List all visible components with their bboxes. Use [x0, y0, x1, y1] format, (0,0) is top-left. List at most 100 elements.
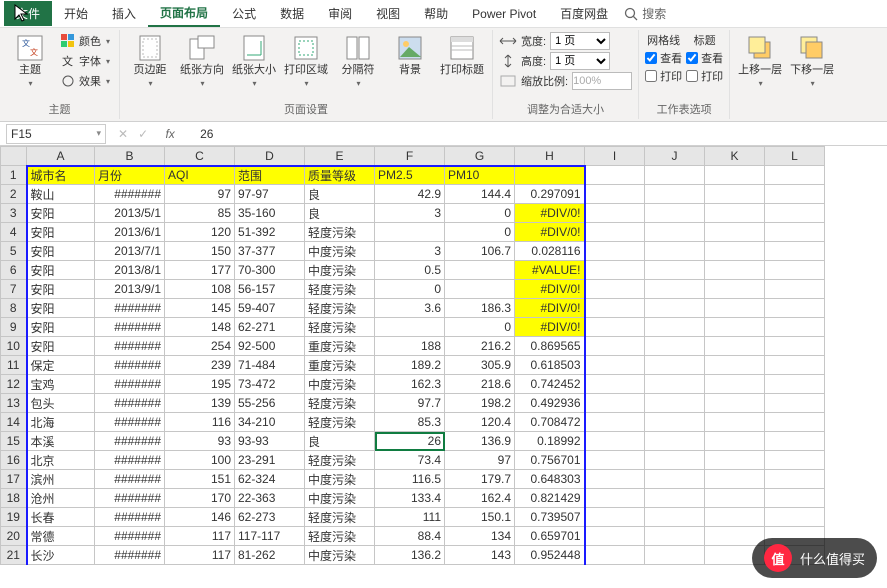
cell[interactable]: 120.4 — [445, 413, 515, 432]
cell[interactable]: #DIV/0! — [515, 280, 585, 299]
row-header[interactable]: 15 — [1, 432, 27, 451]
cell[interactable]: 宝鸡 — [27, 375, 95, 394]
cell[interactable]: ####### — [95, 394, 165, 413]
cell[interactable]: 0 — [445, 223, 515, 242]
cell[interactable]: 117 — [165, 546, 235, 565]
cell[interactable]: 北海 — [27, 413, 95, 432]
cell[interactable]: 0.739507 — [515, 508, 585, 527]
cell[interactable]: 97 — [445, 451, 515, 470]
cell[interactable]: 包头 — [27, 394, 95, 413]
cell[interactable]: ####### — [95, 356, 165, 375]
cell[interactable]: ####### — [95, 432, 165, 451]
cell[interactable] — [375, 318, 445, 337]
row-header[interactable]: 2 — [1, 185, 27, 204]
colors-button[interactable]: 颜色▾ — [58, 32, 113, 50]
cell[interactable]: 239 — [165, 356, 235, 375]
col-header-C[interactable]: C — [165, 147, 235, 166]
tab-data[interactable]: 数据 — [268, 1, 316, 26]
row-header[interactable]: 16 — [1, 451, 27, 470]
fonts-button[interactable]: 文字体▾ — [58, 52, 113, 70]
col-header-L[interactable]: L — [765, 147, 825, 166]
cancel-icon[interactable]: ✕ — [118, 127, 128, 141]
tab-formulas[interactable]: 公式 — [220, 1, 268, 26]
cell[interactable]: 北京 — [27, 451, 95, 470]
cell[interactable]: 100 — [165, 451, 235, 470]
cell[interactable]: 106.7 — [445, 242, 515, 261]
cell[interactable]: 92-500 — [235, 337, 305, 356]
cell[interactable]: 0 — [375, 280, 445, 299]
cell[interactable]: 139 — [165, 394, 235, 413]
cell[interactable]: 2013/9/1 — [95, 280, 165, 299]
col-header-E[interactable]: E — [305, 147, 375, 166]
cell[interactable] — [375, 223, 445, 242]
printarea-button[interactable]: 打印区域▾ — [282, 32, 330, 90]
cell[interactable]: 62-271 — [235, 318, 305, 337]
cell[interactable]: 151 — [165, 470, 235, 489]
cell[interactable]: 179.7 — [445, 470, 515, 489]
select-all[interactable] — [1, 147, 27, 166]
tab-view[interactable]: 视图 — [364, 1, 412, 26]
header-cell[interactable] — [515, 166, 585, 185]
cell[interactable]: 254 — [165, 337, 235, 356]
cell[interactable]: 144.4 — [445, 185, 515, 204]
row-header[interactable]: 17 — [1, 470, 27, 489]
cell[interactable]: 0 — [445, 204, 515, 223]
cell[interactable]: 中度污染 — [305, 375, 375, 394]
cell[interactable]: 中度污染 — [305, 261, 375, 280]
row-header[interactable]: 10 — [1, 337, 27, 356]
cell[interactable]: 重度污染 — [305, 337, 375, 356]
cell[interactable]: 195 — [165, 375, 235, 394]
papersize-button[interactable]: 纸张大小▾ — [230, 32, 278, 90]
row-header[interactable]: 4 — [1, 223, 27, 242]
row-header[interactable]: 13 — [1, 394, 27, 413]
tab-help[interactable]: 帮助 — [412, 1, 460, 26]
col-header-F[interactable]: F — [375, 147, 445, 166]
cell[interactable]: 0.5 — [375, 261, 445, 280]
cell[interactable]: 常德 — [27, 527, 95, 546]
printtitles-button[interactable]: 打印标题 — [438, 32, 486, 79]
cell[interactable]: 143 — [445, 546, 515, 565]
cell[interactable]: 安阳 — [27, 280, 95, 299]
cell[interactable]: 0.492936 — [515, 394, 585, 413]
cell[interactable]: ####### — [95, 185, 165, 204]
row-header[interactable]: 3 — [1, 204, 27, 223]
enter-icon[interactable]: ✓ — [138, 127, 148, 141]
row-header[interactable]: 21 — [1, 546, 27, 565]
cell[interactable] — [445, 261, 515, 280]
row-header[interactable]: 8 — [1, 299, 27, 318]
cell[interactable]: ####### — [95, 337, 165, 356]
headings-view-check[interactable]: 查看 — [686, 50, 723, 66]
cell[interactable]: 177 — [165, 261, 235, 280]
cell[interactable]: 轻度污染 — [305, 394, 375, 413]
orientation-button[interactable]: 纸张方向▾ — [178, 32, 226, 90]
row-header[interactable]: 1 — [1, 166, 27, 185]
cell[interactable]: 162.3 — [375, 375, 445, 394]
cell[interactable]: 0.618503 — [515, 356, 585, 375]
gridlines-view-check[interactable]: 查看 — [645, 50, 682, 66]
background-button[interactable]: 背景 — [386, 32, 434, 79]
cell[interactable]: 136.9 — [445, 432, 515, 451]
cell[interactable]: 2013/5/1 — [95, 204, 165, 223]
cell[interactable]: 0 — [445, 318, 515, 337]
cell[interactable]: 117-117 — [235, 527, 305, 546]
cell[interactable]: 22-363 — [235, 489, 305, 508]
name-box[interactable]: F15 — [6, 124, 106, 144]
cell[interactable]: 116 — [165, 413, 235, 432]
header-cell[interactable]: PM10 — [445, 166, 515, 185]
cell[interactable]: 62-273 — [235, 508, 305, 527]
cell[interactable]: 安阳 — [27, 204, 95, 223]
cell[interactable]: 51-392 — [235, 223, 305, 242]
col-header-G[interactable]: G — [445, 147, 515, 166]
cell[interactable]: 55-256 — [235, 394, 305, 413]
cell[interactable]: 0.869565 — [515, 337, 585, 356]
cell[interactable]: 0.756701 — [515, 451, 585, 470]
row-header[interactable]: 5 — [1, 242, 27, 261]
cell[interactable]: 108 — [165, 280, 235, 299]
cell[interactable]: 146 — [165, 508, 235, 527]
cell[interactable]: 安阳 — [27, 299, 95, 318]
cell[interactable]: 93-93 — [235, 432, 305, 451]
cell[interactable]: 3.6 — [375, 299, 445, 318]
tab-home[interactable]: 开始 — [52, 1, 100, 26]
cell[interactable]: 0.742452 — [515, 375, 585, 394]
cell[interactable]: #DIV/0! — [515, 299, 585, 318]
